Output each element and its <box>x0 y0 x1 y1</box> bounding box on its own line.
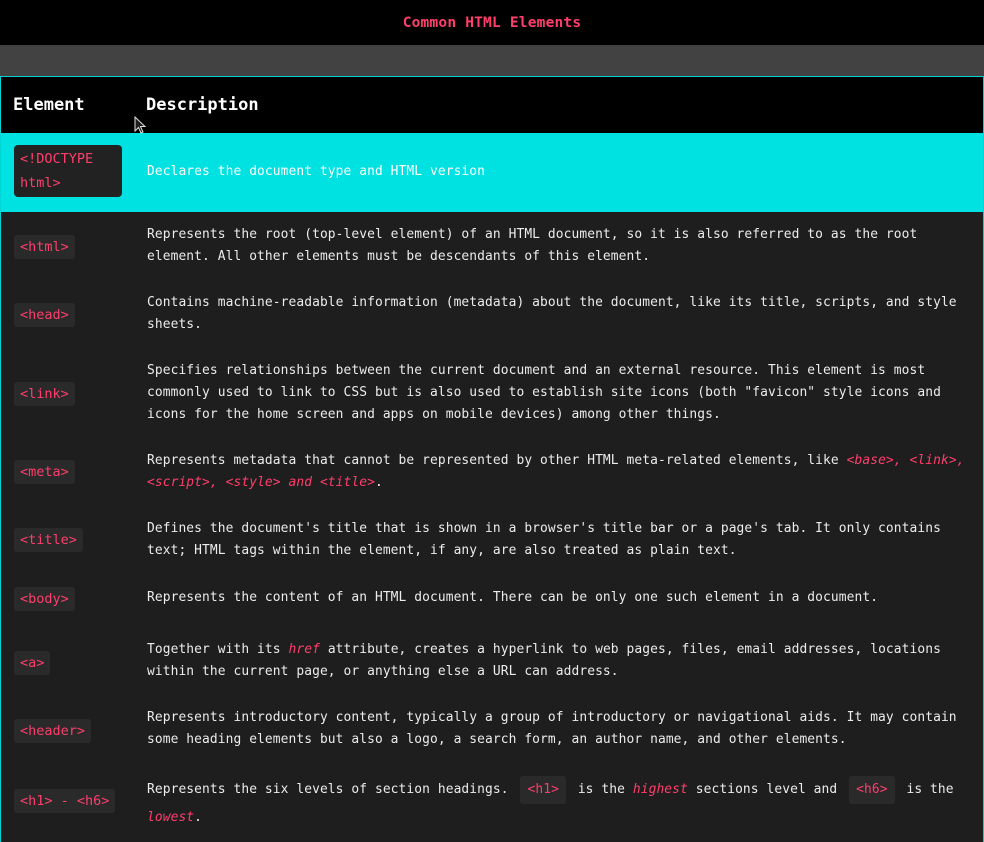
table-header: Element Description <box>1 77 983 133</box>
element-tag: <title> <box>14 528 83 552</box>
description-text: . <box>374 475 383 490</box>
element-tag: <link> <box>14 382 75 406</box>
description-text: is the <box>577 782 625 797</box>
table-row[interactable]: <header> Represents introductory content… <box>1 692 983 760</box>
element-description: Represents metadata that cannot be repre… <box>147 450 969 494</box>
element-description: Represents introductory content, typical… <box>147 710 957 747</box>
elements-table: Element Description <!DOCTYPE html> Decla… <box>0 76 984 842</box>
element-tag: <!DOCTYPE html> <box>14 145 122 197</box>
table-row[interactable]: <head> Contains machine-readable informa… <box>1 280 983 348</box>
table-row[interactable]: <h1> - <h6> Represents the six levels of… <box>1 760 983 842</box>
page-title: Common HTML Elements <box>402 14 582 31</box>
inline-code: <h1> <box>520 776 566 804</box>
column-header-description[interactable]: Description <box>146 95 259 115</box>
element-description: Together with its href attribute, create… <box>147 639 969 683</box>
element-description: Contains machine-readable information (m… <box>147 295 957 332</box>
element-tag: <h1> - <h6> <box>14 789 116 813</box>
description-emphasis: href <box>288 642 320 657</box>
element-tag: <html> <box>14 235 75 259</box>
mouse-pointer-icon <box>134 116 146 134</box>
element-tag-line: html> <box>20 175 61 191</box>
description-text: Represents metadata that cannot be repre… <box>147 453 847 468</box>
table-row[interactable]: <html> Represents the root (top-level el… <box>1 212 983 280</box>
element-description: Represents the six levels of section hea… <box>147 776 969 831</box>
description-text: sections level and <box>695 782 838 797</box>
element-description: Specifies relationships between the curr… <box>147 363 941 422</box>
description-emphasis: lowest <box>147 810 195 825</box>
table-row[interactable]: <!DOCTYPE html> Declares the document typ… <box>1 133 983 212</box>
element-description: Defines the document's title that is sho… <box>147 521 941 558</box>
element-description: Represents the root (top-level element) … <box>147 227 918 264</box>
description-text: Represents the six levels of section hea… <box>147 782 509 797</box>
table-row[interactable]: <title> Defines the document's title tha… <box>1 506 983 574</box>
description-text: . <box>194 810 203 825</box>
toolbar-gap <box>0 45 984 76</box>
description-emphasis: highest <box>632 782 688 797</box>
table-row[interactable]: <body> Represents the content of an HTML… <box>1 574 983 624</box>
inline-code: <h6> <box>849 776 895 804</box>
description-text: Together with its <box>147 642 289 657</box>
page-header: Common HTML Elements <box>0 0 984 45</box>
table-row[interactable]: <link> Specifies relationships between t… <box>1 348 983 438</box>
column-header-element[interactable]: Element <box>13 95 85 115</box>
element-description: Declares the document type and HTML vers… <box>147 164 486 179</box>
element-description: Represents the content of an HTML docume… <box>147 590 879 605</box>
element-tag: <body> <box>14 587 75 611</box>
element-tag: <meta> <box>14 460 75 484</box>
description-text: is the <box>906 782 954 797</box>
element-tag-line: <!DOCTYPE <box>20 151 94 167</box>
element-tag: <a> <box>14 651 51 675</box>
table-row[interactable]: <meta> Represents metadata that cannot b… <box>1 438 983 506</box>
table-row[interactable]: <a> Together with its href attribute, cr… <box>1 624 983 692</box>
element-tag: <head> <box>14 303 75 327</box>
element-tag: <header> <box>14 719 92 743</box>
